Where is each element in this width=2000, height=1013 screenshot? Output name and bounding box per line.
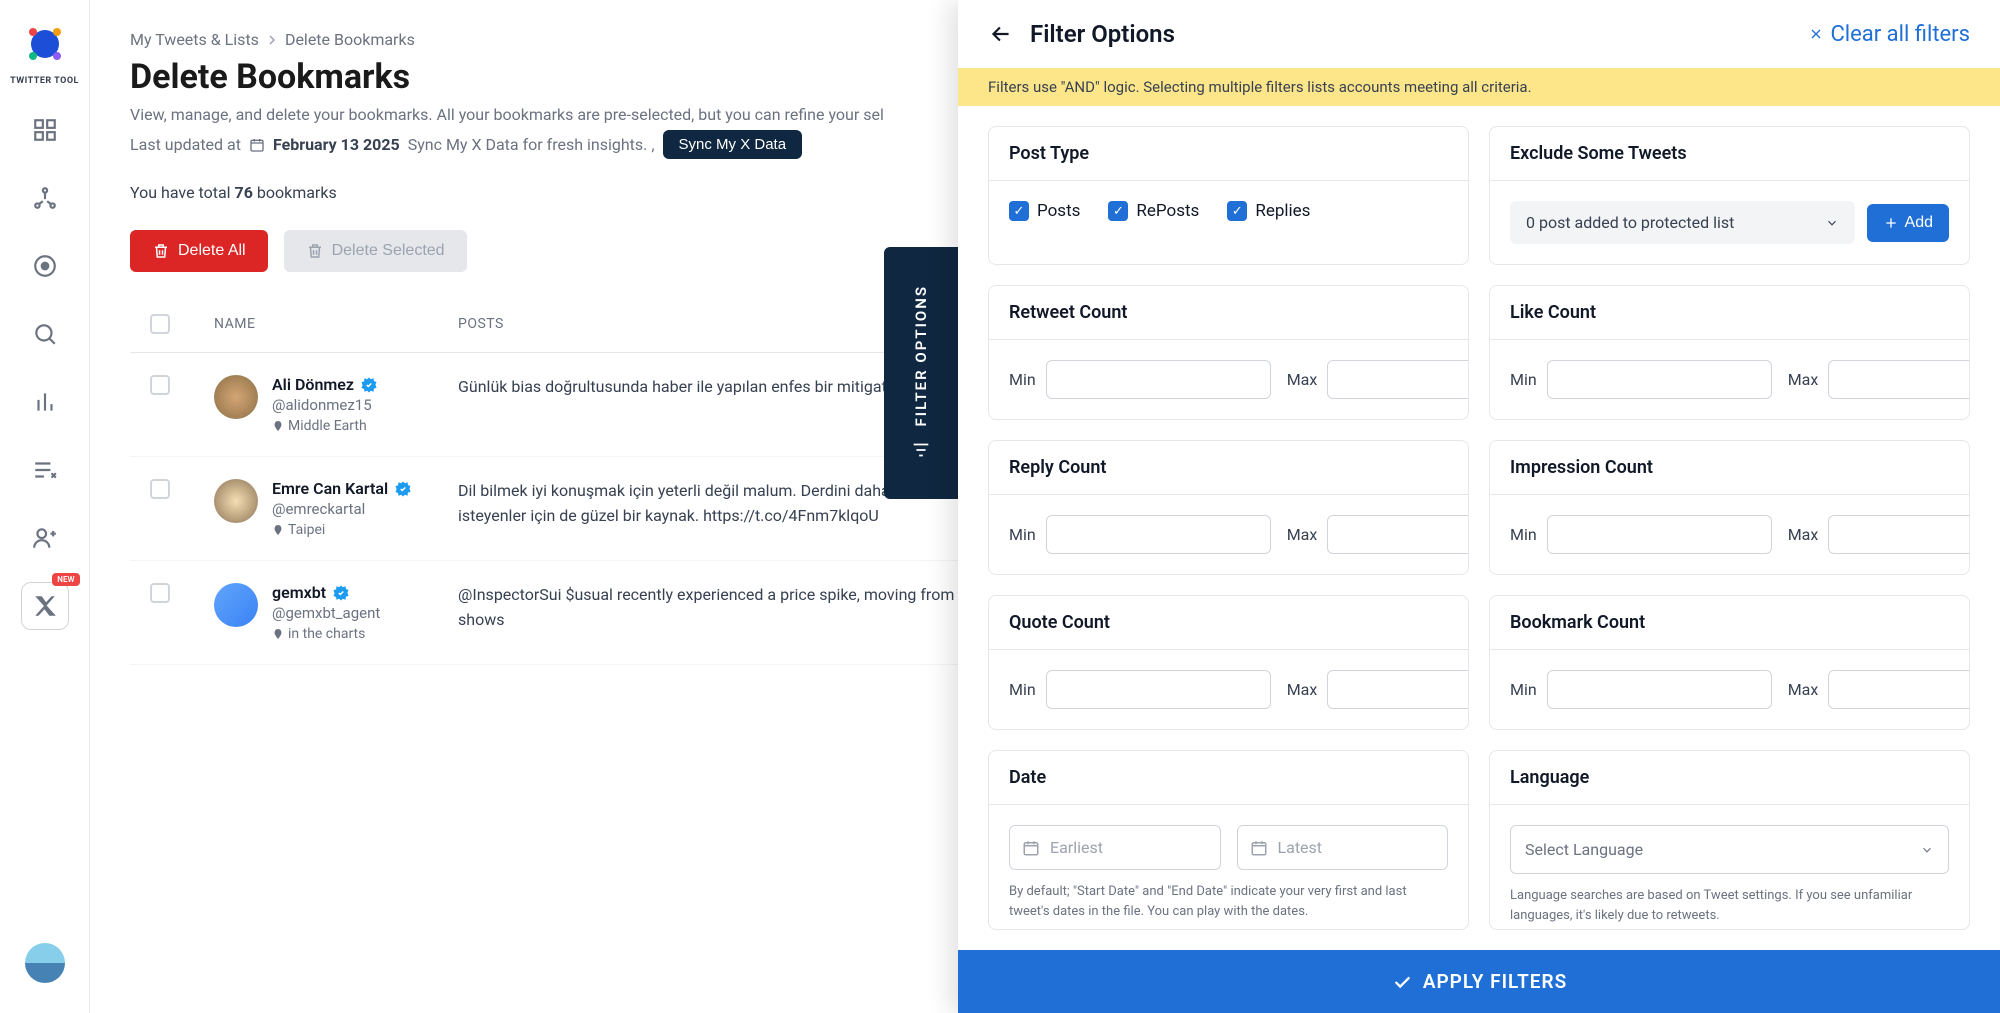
bookmark-count-card: Bookmark Count Min Max [1489, 595, 1970, 730]
reply-max-input[interactable] [1327, 515, 1469, 554]
nav-target[interactable] [21, 242, 69, 290]
like-min-input[interactable] [1547, 360, 1772, 399]
add-button[interactable]: Add [1867, 204, 1949, 242]
row-checkbox[interactable] [150, 375, 170, 395]
impression-count-card: Impression Count Min Max [1489, 440, 1970, 575]
earliest-date-input[interactable]: Earliest [1009, 825, 1221, 870]
app-logo [21, 20, 69, 68]
chevron-down-icon [1825, 216, 1839, 230]
like-count-card: Like Count Min Max [1489, 285, 1970, 420]
language-select[interactable]: Select Language [1510, 825, 1949, 874]
nav-x-app[interactable]: NEW [21, 582, 69, 630]
latest-date-input[interactable]: Latest [1237, 825, 1449, 870]
location-icon [272, 628, 284, 640]
select-all-checkbox[interactable] [150, 314, 170, 334]
filter-options-tab[interactable]: FILTER OPTIONS [884, 247, 958, 499]
reply-count-card: Reply Count Min Max [988, 440, 1469, 575]
nav-dashboard[interactable] [21, 106, 69, 154]
apply-filters-button[interactable]: APPLY FILTERS [958, 950, 2000, 1013]
avatar[interactable] [214, 375, 258, 419]
col-name: NAME [214, 316, 458, 332]
filter-icon [910, 439, 932, 461]
info-banner: Filters use "AND" logic. Selecting multi… [958, 68, 2000, 106]
location-icon [272, 420, 284, 432]
nav-search[interactable] [21, 310, 69, 358]
chevron-right-icon [267, 35, 277, 45]
panel-title: Filter Options [1030, 20, 1175, 48]
plus-icon [1883, 215, 1899, 231]
bookmark-max-input[interactable] [1828, 670, 1970, 709]
location-icon [272, 524, 284, 536]
calendar-icon [249, 137, 265, 153]
delete-all-button[interactable]: Delete All [130, 230, 268, 272]
verified-icon [360, 376, 378, 394]
quote-count-card: Quote Count Min Max [988, 595, 1469, 730]
date-card: Date Earliest Latest By default; "Start … [988, 750, 1469, 930]
delete-selected-button[interactable]: Delete Selected [284, 230, 467, 272]
retweet-min-input[interactable] [1046, 360, 1271, 399]
impression-max-input[interactable] [1828, 515, 1970, 554]
posts-checkbox[interactable]: ✓Posts [1009, 201, 1080, 221]
user-avatar[interactable] [25, 943, 65, 983]
nav-network[interactable] [21, 174, 69, 222]
trash-icon [306, 242, 324, 260]
verified-icon [332, 584, 350, 602]
breadcrumb-item[interactable]: Delete Bookmarks [285, 30, 415, 49]
avatar[interactable] [214, 583, 258, 627]
chevron-down-icon [1920, 843, 1934, 857]
filter-panel: Filter Options Clear all filters Filters… [958, 0, 2000, 1013]
breadcrumb-item[interactable]: My Tweets & Lists [130, 30, 259, 49]
updated-prefix: Last updated at [130, 135, 241, 154]
app-name: TWITTER TOOL [10, 76, 79, 86]
exclude-card: Exclude Some Tweets 0 post added to prot… [1489, 126, 1970, 265]
nav-analytics[interactable] [21, 378, 69, 426]
verified-icon [394, 480, 412, 498]
quote-min-input[interactable] [1046, 670, 1271, 709]
nav-list-remove[interactable] [21, 446, 69, 494]
quote-max-input[interactable] [1327, 670, 1469, 709]
sidebar: TWITTER TOOL NEW [0, 0, 90, 1013]
close-icon [1808, 26, 1824, 42]
back-arrow-icon[interactable] [988, 21, 1014, 47]
avatar[interactable] [214, 479, 258, 523]
replies-checkbox[interactable]: ✓Replies [1227, 201, 1310, 221]
post-type-card: Post Type ✓Posts ✓RePosts ✓Replies [988, 126, 1469, 265]
updated-date: February 13 2025 [273, 135, 400, 154]
clear-filters-link[interactable]: Clear all filters [1808, 22, 1970, 47]
retweet-count-card: Retweet Count Min Max [988, 285, 1469, 420]
sync-button[interactable]: Sync My X Data [663, 130, 803, 159]
reposts-checkbox[interactable]: ✓RePosts [1108, 201, 1199, 221]
protected-list-dropdown[interactable]: 0 post added to protected list [1510, 201, 1855, 244]
nav-users[interactable] [21, 514, 69, 562]
row-checkbox[interactable] [150, 479, 170, 499]
calendar-icon [1250, 839, 1268, 857]
row-checkbox[interactable] [150, 583, 170, 603]
sync-note: Sync My X Data for fresh insights. , [408, 135, 655, 154]
check-icon [1391, 971, 1413, 993]
language-card: Language Select Language Language search… [1489, 750, 1970, 930]
bookmark-min-input[interactable] [1547, 670, 1772, 709]
like-max-input[interactable] [1828, 360, 1970, 399]
reply-min-input[interactable] [1046, 515, 1271, 554]
impression-min-input[interactable] [1547, 515, 1772, 554]
trash-icon [152, 242, 170, 260]
new-badge: NEW [52, 573, 79, 586]
calendar-icon [1022, 839, 1040, 857]
retweet-max-input[interactable] [1327, 360, 1469, 399]
